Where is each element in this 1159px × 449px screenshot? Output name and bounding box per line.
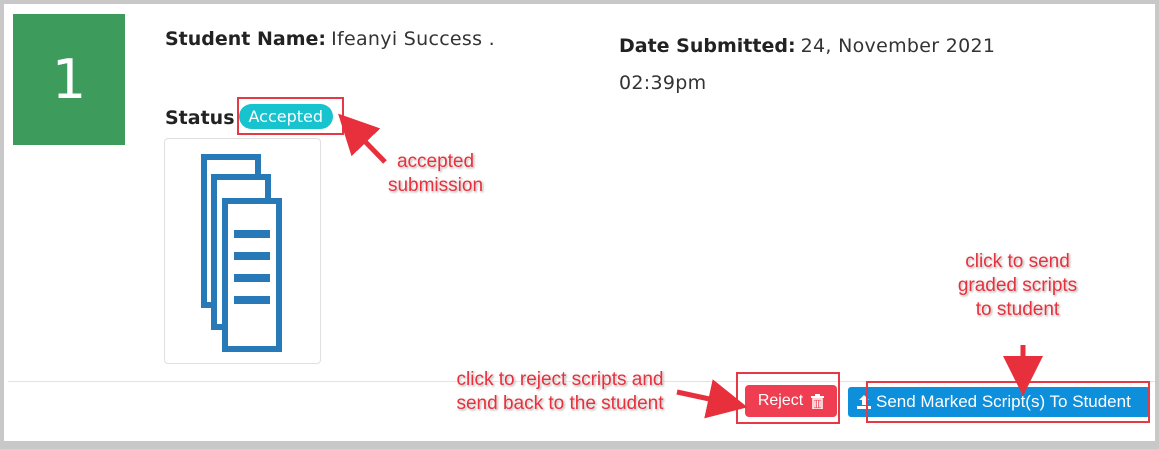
accepted-annotation: accepted submission <box>387 151 484 196</box>
reject-annotation: click to reject scripts and send back to… <box>456 369 664 414</box>
reject-arrow <box>676 379 748 419</box>
send-annotation: click to send graded scripts to student <box>957 251 1078 320</box>
